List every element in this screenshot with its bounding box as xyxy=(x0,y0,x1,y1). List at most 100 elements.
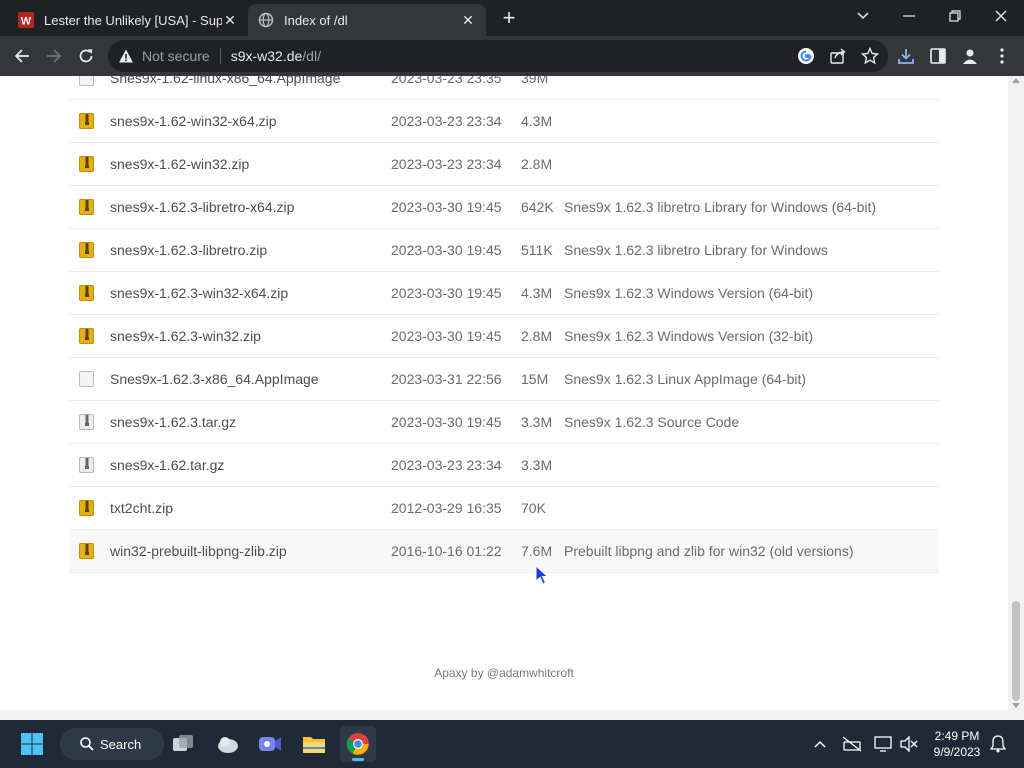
volume-muted-icon xyxy=(900,736,918,752)
warning-icon[interactable] xyxy=(118,48,134,64)
display-status[interactable] xyxy=(872,720,894,768)
tab-strip: W Lester the Unlikely [USA] - Super ✕ In… xyxy=(0,0,1024,36)
close-icon[interactable]: ✕ xyxy=(460,12,476,28)
tab-search-chevron-icon[interactable] xyxy=(840,0,886,32)
table-row[interactable]: snes9x-1.62.3-win32.zip 2023-03-30 19:45 2… xyxy=(69,315,939,358)
w-game-icon: W xyxy=(18,12,34,28)
file-name-link[interactable]: snes9x-1.62.tar.gz xyxy=(110,457,224,473)
show-hidden-icons-button[interactable] xyxy=(808,720,832,768)
download-button[interactable] xyxy=(894,44,918,68)
teams-chat-button[interactable] xyxy=(252,726,288,762)
forward-button[interactable] xyxy=(40,42,68,70)
file-name-link[interactable]: Snes9x-1.62-linux-x86_64.AppImage xyxy=(110,76,340,86)
horizontal-scrollbar[interactable] xyxy=(0,710,1024,720)
close-icon[interactable]: ✕ xyxy=(222,12,238,28)
reload-button[interactable] xyxy=(72,42,100,70)
zip-file-icon xyxy=(79,242,94,258)
side-panel-button[interactable] xyxy=(926,44,950,68)
file-date: 2023-03-23 23:34 xyxy=(391,113,502,129)
archive-file-icon xyxy=(79,414,94,430)
table-row[interactable]: txt2cht.zip 2012-03-29 16:35 70K xyxy=(69,487,939,530)
file-name-link[interactable]: snes9x-1.62.3-libretro-x64.zip xyxy=(110,199,294,215)
weather-widget-button[interactable] xyxy=(210,726,246,762)
volume-status[interactable] xyxy=(898,720,920,768)
network-status[interactable] xyxy=(840,720,864,768)
file-description: Snes9x 1.62.3 libretro Library for Windo… xyxy=(564,242,828,258)
chat-camera-icon xyxy=(259,737,281,751)
table-row[interactable]: snes9x-1.62.3-win32-x64.zip 2023-03-30 19… xyxy=(69,272,939,315)
file-size: 511K xyxy=(521,242,553,258)
generic-file-icon xyxy=(79,76,94,86)
file-size: 39M xyxy=(521,76,549,86)
table-row[interactable]: snes9x-1.62.3-libretro-x64.zip 2023-03-30… xyxy=(69,186,939,229)
table-row[interactable]: snes9x-1.62.tar.gz 2023-03-23 23:34 3.3M xyxy=(69,444,939,487)
clock-time: 2:49 PM xyxy=(934,729,980,743)
back-button[interactable] xyxy=(8,42,36,70)
generic-file-icon xyxy=(79,371,94,387)
svg-text:W: W xyxy=(21,16,32,28)
scrollbar-thumb[interactable] xyxy=(1012,601,1020,701)
start-button[interactable] xyxy=(14,726,50,762)
chrome-taskbar-button[interactable] xyxy=(340,726,376,762)
file-size: 642K xyxy=(521,199,554,215)
notifications-button[interactable] xyxy=(988,720,1008,768)
security-label[interactable]: Not secure xyxy=(142,48,210,64)
bookmark-star-icon[interactable] xyxy=(858,44,882,68)
file-description: Snes9x 1.62.3 Windows Version (32-bit) xyxy=(564,328,814,344)
share-icon[interactable] xyxy=(826,44,850,68)
tab-index-of-dl[interactable]: Index of /dl ✕ xyxy=(248,4,486,36)
file-name-link[interactable]: snes9x-1.62.3.tar.gz xyxy=(110,414,236,430)
no-network-icon xyxy=(842,736,862,752)
search-icon xyxy=(80,737,94,751)
scroll-down-icon[interactable] xyxy=(1012,703,1020,708)
file-date: 2023-03-30 19:45 xyxy=(391,242,502,258)
file-description: Snes9x 1.62.3 Linux AppImage (64-bit) xyxy=(564,371,807,387)
scroll-up-icon[interactable] xyxy=(1012,78,1020,83)
url-text[interactable]: s9x-w32.de/dl/ xyxy=(231,48,321,64)
file-name-link[interactable]: snes9x-1.62.3-win32.zip xyxy=(110,328,261,344)
file-description: Snes9x 1.62.3 libretro Library for Windo… xyxy=(564,199,877,215)
globe-icon xyxy=(258,12,274,28)
file-name-link[interactable]: Snes9x-1.62.3-x86_64.AppImage xyxy=(110,371,319,387)
file-name-link[interactable]: win32-prebuilt-libpng-zlib.zip xyxy=(110,543,287,559)
table-row[interactable]: snes9x-1.62-win32.zip 2023-03-23 23:34 2.8… xyxy=(69,143,939,186)
table-row[interactable]: Snes9x-1.62-linux-x86_64.AppImage 2023-03… xyxy=(69,76,939,100)
file-name-link[interactable]: snes9x-1.62-win32-x64.zip xyxy=(110,113,277,129)
minimize-button[interactable] xyxy=(886,0,932,32)
side-panel-icon xyxy=(930,48,946,64)
file-name-link[interactable]: snes9x-1.62.3-win32-x64.zip xyxy=(110,285,288,301)
file-explorer-button[interactable] xyxy=(296,726,332,762)
file-name-link[interactable]: snes9x-1.62-win32.zip xyxy=(110,156,249,172)
system-clock[interactable]: 2:49 PM 9/9/2023 xyxy=(926,728,988,760)
table-row[interactable]: snes9x-1.62.3-libretro.zip 2023-03-30 19:… xyxy=(69,229,939,272)
table-row[interactable]: Snes9x-1.62.3-x86_64.AppImage 2023-03-31 … xyxy=(69,358,939,401)
zip-file-icon xyxy=(79,113,94,129)
table-row[interactable]: snes9x-1.62.3.tar.gz 2023-03-30 19:45 3.3M… xyxy=(69,401,939,444)
file-date: 2016-10-16 01:22 xyxy=(391,543,502,559)
tab-lester[interactable]: W Lester the Unlikely [USA] - Super ✕ xyxy=(8,4,248,36)
close-window-button[interactable] xyxy=(978,0,1024,32)
file-size: 2.8M xyxy=(521,156,553,172)
file-size: 3.3M xyxy=(521,414,553,430)
restore-button[interactable] xyxy=(932,0,978,32)
vertical-scrollbar[interactable] xyxy=(1008,76,1024,710)
taskbar-search[interactable]: Search xyxy=(60,728,164,760)
google-icon[interactable] xyxy=(794,44,818,68)
table-row[interactable]: snes9x-1.62-win32-x64.zip 2023-03-23 23:3… xyxy=(69,100,939,143)
file-name-link[interactable]: txt2cht.zip xyxy=(110,500,173,516)
new-tab-button[interactable]: + xyxy=(498,7,520,29)
file-description: Prebuilt libpng and zlib for win32 (old … xyxy=(564,543,854,559)
profile-button[interactable] xyxy=(958,44,982,68)
monitor-icon xyxy=(874,736,892,752)
table-row[interactable]: win32-prebuilt-libpng-zlib.zip 2016-10-16… xyxy=(69,530,939,573)
tab-title: Lester the Unlikely [USA] - Super xyxy=(44,12,222,28)
address-bar[interactable]: Not secure s9x-w32.de/dl/ xyxy=(108,40,888,72)
windows-logo-icon xyxy=(21,733,43,755)
task-view-button[interactable] xyxy=(165,726,201,762)
task-view-icon xyxy=(173,735,193,751)
menu-button[interactable] xyxy=(990,44,1014,68)
file-date: 2023-03-23 23:35 xyxy=(391,76,502,86)
file-name-link[interactable]: snes9x-1.62.3-libretro.zip xyxy=(110,242,267,258)
notification-bell-icon xyxy=(990,735,1006,753)
archive-file-icon xyxy=(79,457,94,473)
